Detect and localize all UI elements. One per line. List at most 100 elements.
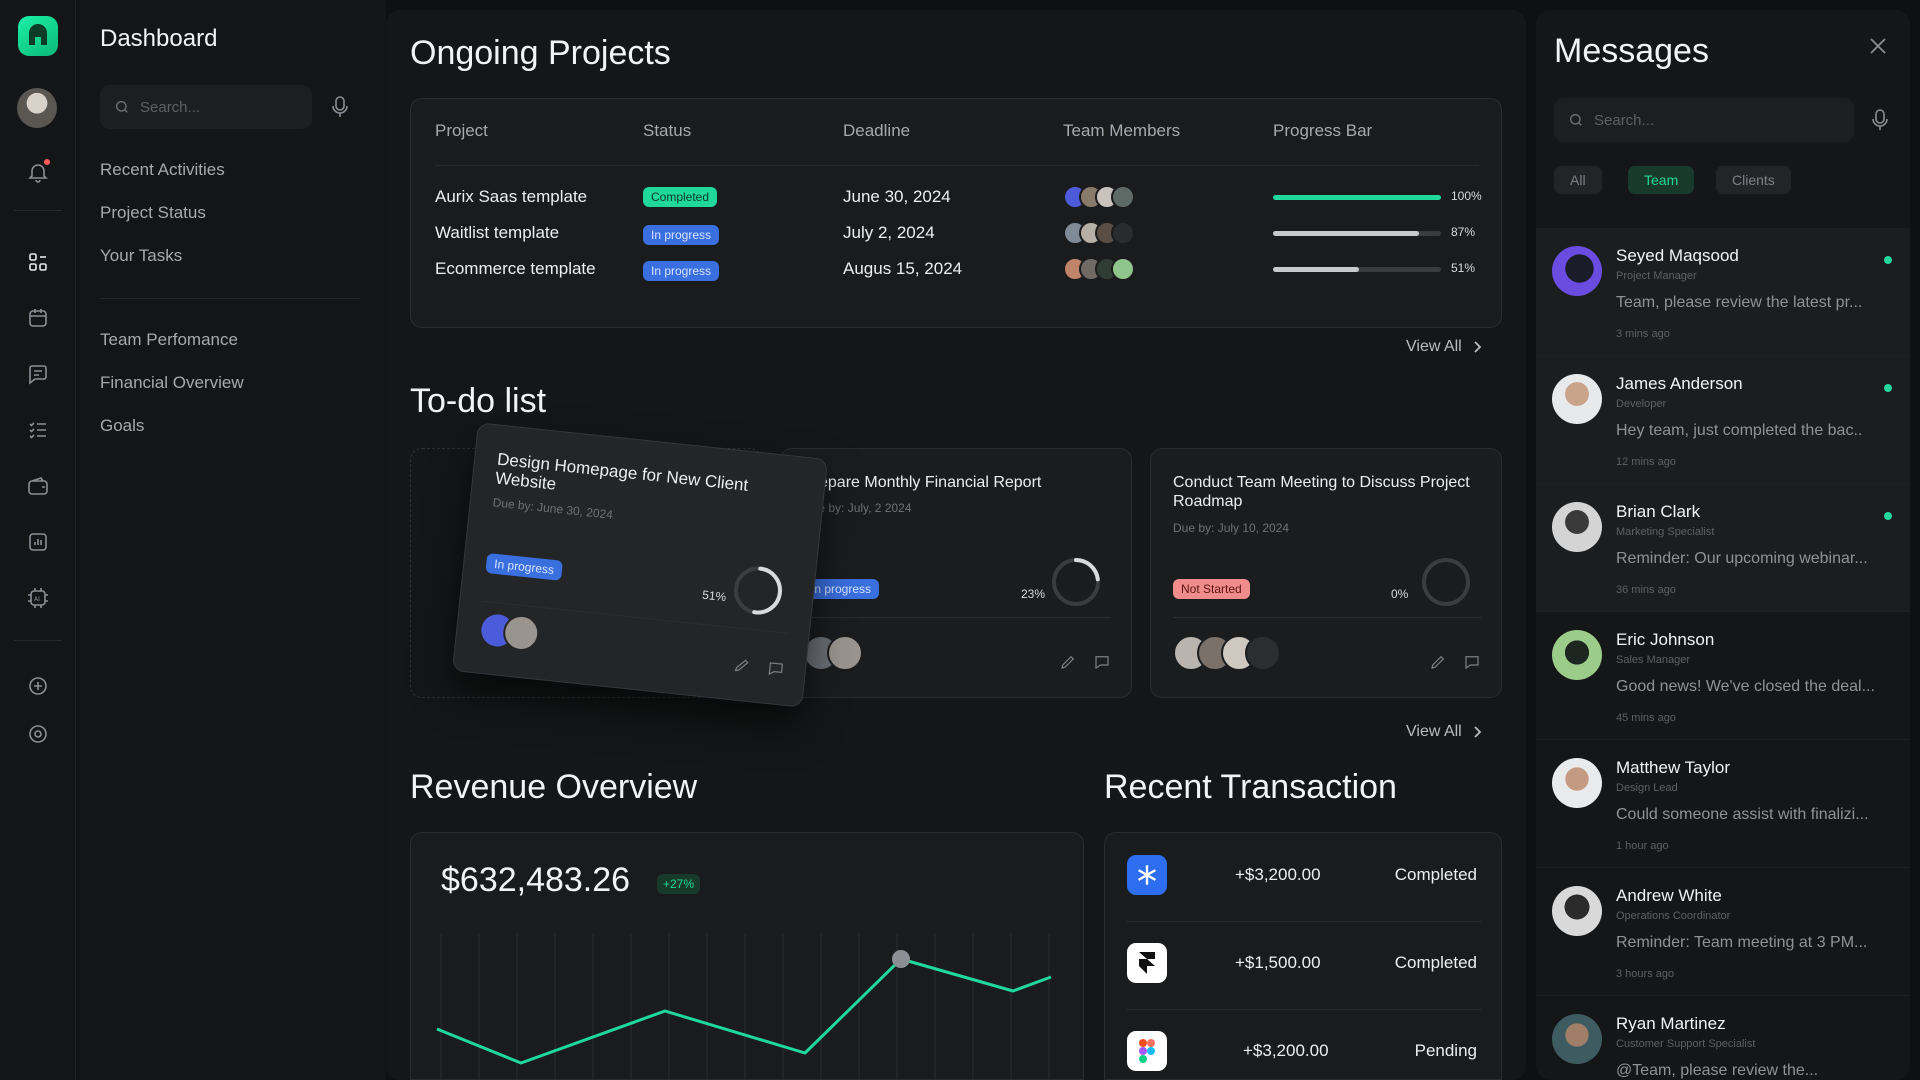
close-icon[interactable] [1868,36,1888,61]
comment-icon[interactable] [766,659,786,679]
nav-financial-overview[interactable]: Financial Overview [100,373,244,393]
settings-icon[interactable] [24,720,52,748]
team-avatars [1063,257,1135,281]
search-icon [116,101,128,113]
message-time: 12 mins ago [1616,456,1676,468]
revenue-line-chart[interactable] [411,833,1084,1080]
transaction-row[interactable]: +$3,200.00 Completed [1105,833,1501,921]
col-header-project: Project [435,121,488,140]
transaction-amount: +$1,500.00 [1235,953,1321,972]
projects-table: Project Status Deadline Team Members Pro… [410,98,1502,328]
icon-rail: AI [0,0,76,1080]
message-item[interactable]: Brian Clark Marketing Specialist Reminde… [1536,484,1910,612]
transaction-amount: +$3,200.00 [1235,865,1321,884]
progress-ring [1052,558,1100,606]
message-preview: Could someone assist with finalizi... [1616,806,1869,823]
transaction-status: Completed [1394,865,1477,884]
filter-clients[interactable]: Clients [1716,166,1791,194]
projects-view-all-link[interactable]: View All [1406,338,1482,356]
message-time: 3 hours ago [1616,968,1675,980]
message-role: Operations Coordinator [1616,910,1731,922]
todo-card-percent: 23% [1021,587,1046,601]
chevron-right-icon [1474,726,1482,738]
progress-bar [1273,231,1441,236]
table-row[interactable]: Aurix Saas template Completed June 30, 2… [411,185,1501,227]
nav-recent-activities[interactable]: Recent Activities [100,160,225,180]
plus-circle-icon[interactable] [24,672,52,700]
avatar [1552,758,1602,808]
nav-goals[interactable]: Goals [100,416,144,436]
progress-ring [1422,558,1470,606]
mic-icon[interactable] [330,95,350,124]
project-name: Ecommerce template [435,259,596,278]
card-divider [803,617,1111,618]
edit-icon[interactable] [732,655,752,675]
message-role: Sales Manager [1616,654,1690,666]
comment-icon[interactable] [1093,653,1111,671]
table-row[interactable]: Ecommerce template In progress Augus 15,… [411,257,1501,299]
bell-icon[interactable] [24,158,52,186]
avatar [1552,630,1602,680]
message-item[interactable]: Matthew Taylor Design Lead Could someone… [1536,740,1910,868]
message-role: Customer Support Specialist [1616,1038,1756,1050]
unread-dot [1884,256,1892,264]
nav-team-performance[interactable]: Team Perfomance [100,330,238,350]
edit-icon[interactable] [1059,653,1077,671]
todo-card-percent: 51% [701,587,727,605]
todo-card[interactable]: Conduct Team Meeting to Discuss Project … [1150,448,1502,698]
avatar [1552,374,1602,424]
transaction-row[interactable]: +$3,200.00 Pending [1105,1009,1501,1079]
message-item[interactable]: Eric Johnson Sales Manager Good news! We… [1536,612,1910,740]
edit-icon[interactable] [1429,653,1447,671]
wallet-icon[interactable] [24,472,52,500]
avatar[interactable] [17,88,57,128]
calendar-icon[interactable] [24,304,52,332]
messages-search-input[interactable]: Search... [1554,98,1854,142]
checklist-icon[interactable] [24,416,52,444]
comment-icon[interactable] [1463,653,1481,671]
todo-view-all-link[interactable]: View All [1406,723,1482,741]
message-sender: Brian Clark [1616,502,1701,521]
table-row[interactable]: Waitlist template In progress July 2, 20… [411,221,1501,263]
todo-card-dragging[interactable]: Design Homepage for New Client Website D… [451,422,829,708]
chat-icon[interactable] [24,360,52,388]
message-time: 3 mins ago [1616,328,1670,340]
ai-chip-icon[interactable]: AI [24,584,52,612]
col-header-status: Status [643,121,692,140]
card-divider [1173,617,1481,618]
view-all-label: View All [1406,723,1462,740]
message-item[interactable]: Andrew White Operations Coordinator Remi… [1536,868,1910,996]
message-time: 1 hour ago [1616,840,1669,852]
transaction-row[interactable]: +$1,500.00 Completed [1105,921,1501,1009]
message-item[interactable]: Ryan Martinez Customer Support Specialis… [1536,996,1910,1080]
todo-title: To-do list [410,382,547,420]
notification-dot [44,159,50,165]
nav-project-status[interactable]: Project Status [100,203,206,223]
filter-team[interactable]: Team [1628,166,1695,194]
col-header-team: Team Members [1063,121,1181,140]
rail-divider [14,210,62,211]
nav-your-tasks[interactable]: Your Tasks [100,246,182,266]
revenue-line [436,957,1052,1065]
message-item[interactable]: Seyed Maqsood Project Manager Team, plea… [1536,228,1910,356]
filter-all[interactable]: All [1554,166,1602,194]
todo-card[interactable]: Prepare Monthly Financial Report Due by:… [780,448,1132,698]
main-content: Ongoing Projects Project Status Deadline… [386,10,1526,1080]
progress-label: 87% [1451,225,1476,239]
sidebar-search-input[interactable]: Search... [100,85,312,129]
mic-icon[interactable] [1870,108,1890,137]
message-time: 45 mins ago [1616,712,1676,724]
status-badge: Not Started [1173,579,1250,599]
chart-icon[interactable] [24,528,52,556]
avatar [1111,221,1135,245]
framer-app-icon [1127,943,1167,983]
message-item[interactable]: James Anderson Developer Hey team, just … [1536,356,1910,484]
avatar [1552,246,1602,296]
team-avatars [1063,221,1135,245]
unread-dot [1884,384,1892,392]
logo-icon[interactable] [18,16,58,56]
grid-icon[interactable] [24,248,52,276]
search-placeholder: Search... [1594,111,1655,129]
message-role: Developer [1616,398,1667,410]
todo-card-title: Conduct Team Meeting to Discuss Project … [1173,474,1470,510]
